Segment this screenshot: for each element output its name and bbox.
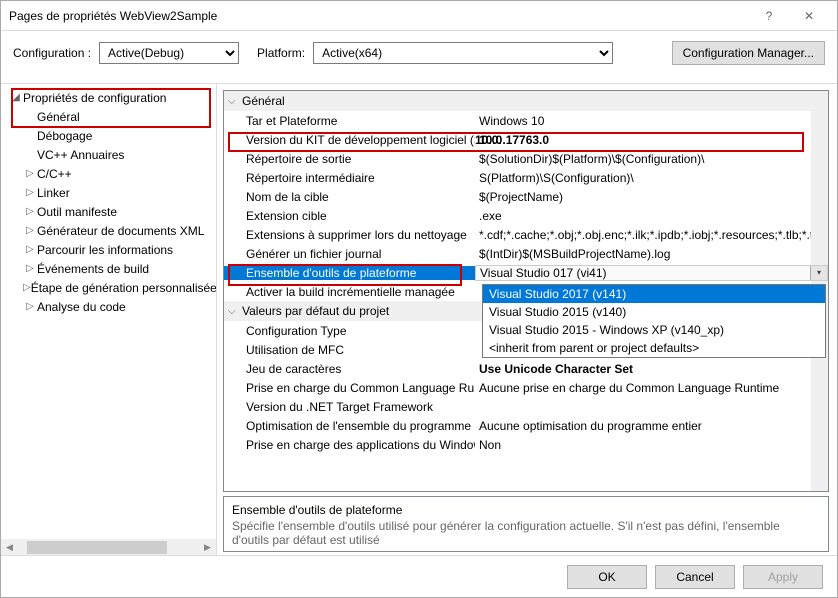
platform-select[interactable]: Active(x64) (313, 42, 613, 64)
scroll-right-icon[interactable]: ▶ (199, 539, 216, 556)
property-name: Tar et Plateforme (224, 114, 475, 128)
tree-item-general[interactable]: Général (5, 107, 216, 126)
tree-item-linker[interactable]: ▷Linker (5, 183, 216, 202)
expand-icon: ▷ (23, 225, 37, 236)
property-row[interactable]: Générer un fichier journal$(IntDir)$(MSB… (224, 244, 828, 263)
property-name: Ensemble d'outils de plateforme (224, 266, 475, 280)
tree-item-buildevents[interactable]: ▷Événements de build (5, 259, 216, 278)
dropdown-option[interactable]: <inherit from parent or project defaults… (483, 339, 825, 357)
property-row[interactable]: Prise en charge des applications du Wind… (224, 435, 828, 454)
property-row[interactable]: Répertoire de sortie$(SolutionDir)$(Plat… (224, 149, 828, 168)
property-name: Générer un fichier journal (224, 247, 475, 261)
property-name: Activer la build incrémentielle managée (224, 285, 475, 299)
property-row[interactable]: Version du KIT de développement logiciel… (224, 130, 828, 149)
dropdown-option[interactable]: Visual Studio 2017 (v141) (483, 285, 825, 303)
config-bar: Configuration : Active(Debug) Platform: … (1, 31, 837, 84)
tree-item-analysis[interactable]: ▷Analyse du code (5, 297, 216, 316)
config-select[interactable]: Active(Debug) (99, 42, 239, 64)
property-name: Jeu de caractères (224, 362, 475, 376)
property-name: Optimisation de l'ensemble du programme (224, 419, 475, 433)
help-text: Spécifie l'ensemble d'outils utilisé pou… (232, 519, 820, 547)
property-value[interactable]: Visual Studio 017 (vi41)▾ (475, 265, 828, 281)
property-name: Nom de la cible (224, 190, 475, 204)
horizontal-scrollbar[interactable]: ◀▶ (1, 539, 216, 556)
dropdown-option[interactable]: Visual Studio 2015 (v140) (483, 303, 825, 321)
property-row[interactable]: Nom de la cible$(ProjectName) (224, 187, 828, 206)
property-name: Prise en charge des applications du Wind… (224, 438, 475, 452)
property-row[interactable]: Version du .NET Target Framework (224, 397, 828, 416)
tree-pane: ◢Propriétés de configuration Général Déb… (1, 84, 217, 556)
expand-icon: ▷ (23, 301, 37, 312)
scroll-left-icon[interactable]: ◀ (1, 539, 18, 556)
collapse-icon: ◢ (9, 92, 23, 103)
property-grid: ⌵Général Tar et PlateformeWindows 10Vers… (223, 90, 829, 492)
property-name: Extension cible (224, 209, 475, 223)
ok-button[interactable]: OK (567, 565, 647, 589)
window-title: Pages de propriétés WebView2Sample (9, 9, 749, 23)
tree-item-cpp[interactable]: ▷C/C++ (5, 164, 216, 183)
property-value[interactable]: Windows 10 (475, 114, 828, 128)
dialog-footer: OK Cancel Apply (1, 555, 837, 597)
tree-item-manifest[interactable]: ▷Outil manifeste (5, 202, 216, 221)
property-value[interactable]: Aucune prise en charge du Common Languag… (475, 381, 828, 395)
dropdown-icon[interactable]: ▾ (810, 266, 827, 280)
property-row[interactable]: Ensemble d'outils de plateformeVisual St… (224, 263, 828, 282)
property-value[interactable]: .exe (475, 209, 828, 223)
property-row[interactable]: Tar et PlateformeWindows 10 (224, 111, 828, 130)
tree-item-custom[interactable]: ▷Étape de génération personnalisée (5, 278, 216, 297)
property-value[interactable]: Non (475, 438, 828, 452)
property-row[interactable]: Extension cible.exe (224, 206, 828, 225)
property-value[interactable]: Aucune optimisation du programme entier (475, 419, 828, 433)
expand-icon: ▷ (23, 282, 31, 293)
expand-icon: ▷ (23, 244, 37, 255)
expand-icon: ▷ (23, 168, 37, 179)
property-value[interactable]: $(ProjectName) (475, 190, 828, 204)
expand-icon: ▷ (23, 263, 37, 274)
property-row[interactable]: Extensions à supprimer lors du nettoyage… (224, 225, 828, 244)
property-value[interactable]: *.cdf;*.cache;*.obj;*.obj.enc;*.ilk;*.ip… (475, 228, 828, 242)
property-name: Prise en charge du Common Language Runti… (224, 381, 475, 395)
property-name: Extensions à supprimer lors du nettoyage (224, 228, 475, 242)
property-value[interactable]: S(Platform)\S(Configuration)\ (475, 171, 828, 185)
collapse-icon: ⌵ (228, 96, 242, 107)
property-row[interactable]: Optimisation de l'ensemble du programmeA… (224, 416, 828, 435)
config-manager-button[interactable]: Configuration Manager... (672, 41, 825, 65)
property-row[interactable]: Répertoire intermédiaireS(Platform)\S(Co… (224, 168, 828, 187)
property-value[interactable]: Use Unicode Character Set (475, 362, 828, 376)
help-panel: Ensemble d'outils de plateforme Spécifie… (223, 496, 829, 552)
tree-item-debug[interactable]: Débogage (5, 126, 216, 145)
property-name: Répertoire de sortie (224, 152, 475, 166)
cancel-button[interactable]: Cancel (655, 565, 735, 589)
property-row[interactable]: Jeu de caractèresUse Unicode Character S… (224, 359, 828, 378)
tree-item-vcdirs[interactable]: VC++ Annuaires (5, 145, 216, 164)
config-label: Configuration : (13, 46, 91, 60)
platform-toolset-dropdown: Visual Studio 2017 (v141) Visual Studio … (482, 284, 826, 358)
property-name: Utilisation de MFC (224, 343, 475, 357)
property-name: Version du .NET Target Framework (224, 400, 475, 414)
property-value[interactable]: $(IntDir)$(MSBuildProjectName).log (475, 247, 828, 261)
scroll-thumb[interactable] (27, 541, 167, 554)
expand-icon: ▷ (23, 206, 37, 217)
property-value[interactable]: 10.0.17763.010.0. (475, 133, 828, 147)
platform-label: Platform: (257, 46, 305, 60)
section-general[interactable]: ⌵Général (224, 91, 828, 111)
help-title: Ensemble d'outils de plateforme (232, 503, 820, 517)
expand-icon: ▷ (23, 187, 37, 198)
dropdown-option[interactable]: Visual Studio 2015 - Windows XP (v140_xp… (483, 321, 825, 339)
property-value[interactable]: $(SolutionDir)$(Platform)\$(Configuratio… (475, 152, 828, 166)
collapse-icon: ⌵ (228, 306, 242, 317)
property-name: Configuration Type (224, 324, 475, 338)
tree-item-xmldoc[interactable]: ▷Générateur de documents XML (5, 221, 216, 240)
close-button[interactable]: ✕ (789, 2, 829, 30)
titlebar: Pages de propriétés WebView2Sample ? ✕ (1, 1, 837, 31)
help-button[interactable]: ? (749, 2, 789, 30)
tree-root[interactable]: ◢Propriétés de configuration (5, 88, 216, 107)
property-row[interactable]: Prise en charge du Common Language Runti… (224, 378, 828, 397)
property-name: Répertoire intermédiaire (224, 171, 475, 185)
property-name: Version du KIT de développement logiciel… (224, 133, 475, 147)
tree-item-browse[interactable]: ▷Parcourir les informations (5, 240, 216, 259)
apply-button[interactable]: Apply (743, 565, 823, 589)
